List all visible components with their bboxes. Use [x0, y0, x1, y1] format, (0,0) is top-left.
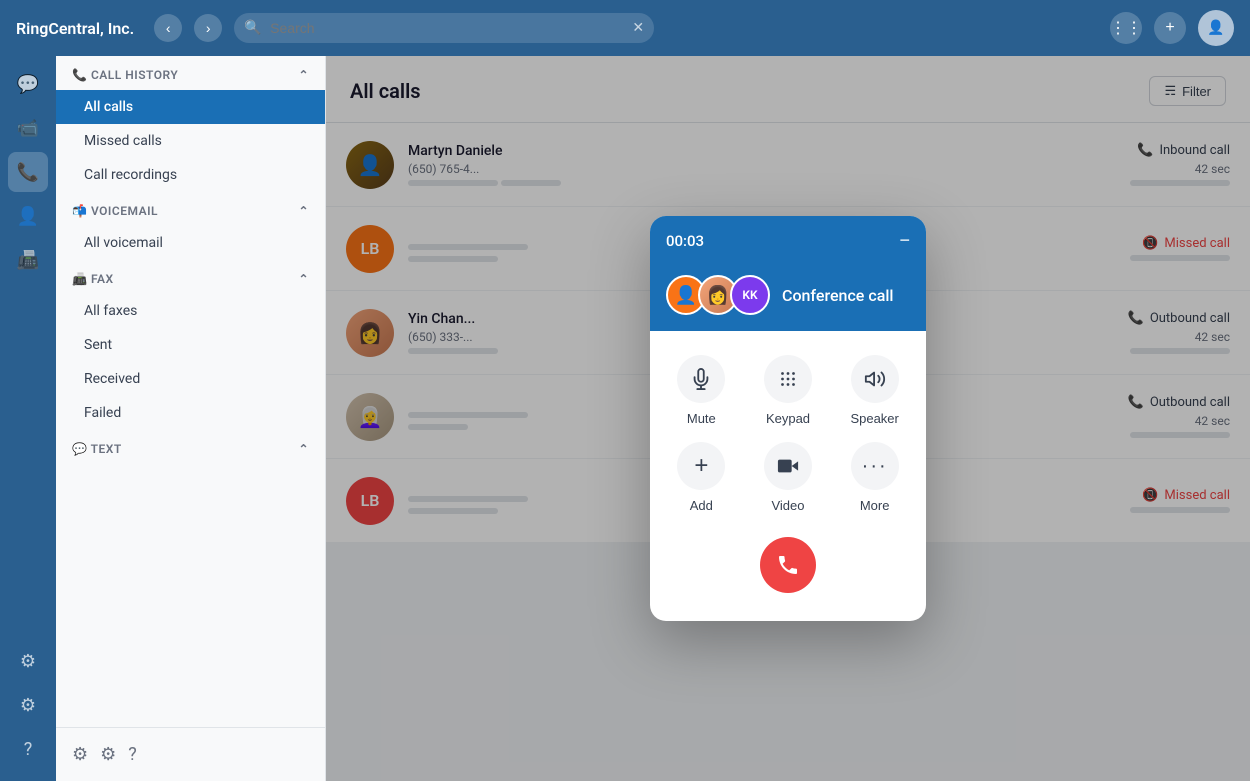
call-history-section: 📞 CALL HISTORY ⌃ All calls Missed calls …	[56, 56, 325, 192]
more-icon: ···	[851, 442, 899, 490]
call-modal-footer	[650, 529, 926, 621]
rail-bottom: ⚙ ⚙ ?	[8, 641, 48, 781]
fax-icon: 📠 FAX	[72, 272, 114, 286]
topbar: RingCentral, Inc. ‹ › 🔍 ✕ ⋮⋮ + 👤	[0, 0, 1250, 56]
conference-avatars: 👤 👩 KK	[666, 275, 770, 315]
sidebar-item-failed[interactable]: Failed	[56, 396, 325, 430]
more-label: More	[860, 498, 890, 513]
hangup-button[interactable]	[760, 537, 816, 593]
app-title: RingCentral, Inc.	[16, 19, 134, 38]
call-overlay: 00:03 − 👤 👩 KK Conference call	[326, 56, 1250, 781]
speaker-button[interactable]: Speaker	[839, 355, 910, 426]
conference-label: Conference call	[782, 286, 893, 305]
video-button[interactable]: Video	[753, 442, 824, 513]
keypad-button[interactable]: Keypad	[753, 355, 824, 426]
calls-icon[interactable]: 📞	[8, 152, 48, 192]
voicemail-chevron: ⌃	[298, 204, 309, 218]
sidebar-item-missed-calls[interactable]: Missed calls	[56, 124, 325, 158]
puzzle-icon-sidebar[interactable]: ⚙	[72, 744, 88, 765]
keypad-label: Keypad	[766, 411, 810, 426]
sidebar-footer: ⚙ ⚙ ?	[56, 727, 325, 781]
video-icon	[764, 442, 812, 490]
mute-icon	[677, 355, 725, 403]
call-actions: Mute Keypad	[650, 331, 926, 529]
sidebar-item-all-calls[interactable]: All calls	[56, 90, 325, 124]
nav-forward-button[interactable]: ›	[194, 14, 222, 42]
search-input[interactable]	[234, 13, 654, 43]
call-history-chevron: ⌃	[298, 68, 309, 82]
video-label: Video	[771, 498, 804, 513]
keypad-icon	[764, 355, 812, 403]
nav-back-button[interactable]: ‹	[154, 14, 182, 42]
text-header[interactable]: 💬 TEXT ⌃	[56, 430, 325, 464]
topbar-right: ⋮⋮ + 👤	[1110, 10, 1234, 46]
speaker-icon	[851, 355, 899, 403]
mute-button[interactable]: Mute	[666, 355, 737, 426]
apps-button[interactable]: ⋮⋮	[1110, 12, 1142, 44]
settings-icon[interactable]: ⚙	[8, 685, 48, 725]
add-icon: +	[677, 442, 725, 490]
speaker-label: Speaker	[850, 411, 898, 426]
fax-icon[interactable]: 📠	[8, 240, 48, 280]
sidebar-item-sent[interactable]: Sent	[56, 328, 325, 362]
text-icon: 💬 TEXT	[72, 442, 122, 456]
conference-section: 👤 👩 KK Conference call	[650, 265, 926, 331]
settings-icon-sidebar[interactable]: ⚙	[100, 744, 116, 765]
minimize-button[interactable]: −	[899, 230, 910, 251]
add-button[interactable]: + Add	[666, 442, 737, 513]
main-layout: 💬 📹 📞 👤 📠 ⚙ ⚙ ? 📞 CALL HISTORY ⌃ All cal…	[0, 56, 1250, 781]
messages-icon[interactable]: 💬	[8, 64, 48, 104]
fax-header[interactable]: 📠 FAX ⌃	[56, 260, 325, 294]
search-clear-icon[interactable]: ✕	[632, 20, 644, 36]
sidebar-item-call-recordings[interactable]: Call recordings	[56, 158, 325, 192]
sidebar-item-all-voicemail[interactable]: All voicemail	[56, 226, 325, 260]
call-history-header[interactable]: 📞 CALL HISTORY ⌃	[56, 56, 325, 90]
content-area: All calls ☴ Filter 👤 Martyn Daniele (650…	[326, 56, 1250, 781]
more-button[interactable]: ··· More	[839, 442, 910, 513]
sidebar-item-received[interactable]: Received	[56, 362, 325, 396]
call-timer: 00:03	[666, 232, 704, 250]
help-icon[interactable]: ?	[8, 729, 48, 769]
sidebar-item-all-faxes[interactable]: All faxes	[56, 294, 325, 328]
text-chevron: ⌃	[298, 442, 309, 456]
call-history-icon: 📞 CALL HISTORY	[72, 68, 178, 82]
call-modal-header: 00:03 −	[650, 216, 926, 265]
user-avatar[interactable]: 👤	[1198, 10, 1234, 46]
voicemail-header[interactable]: 📬 VOICEMAIL ⌃	[56, 192, 325, 226]
fax-section: 📠 FAX ⌃ All faxes Sent Received Failed	[56, 260, 325, 430]
icon-rail: 💬 📹 📞 👤 📠 ⚙ ⚙ ?	[0, 56, 56, 781]
voicemail-section: 📬 VOICEMAIL ⌃ All voicemail	[56, 192, 325, 260]
voicemail-icon: 📬 VOICEMAIL	[72, 204, 158, 218]
sidebar: 📞 CALL HISTORY ⌃ All calls Missed calls …	[56, 56, 326, 781]
call-modal: 00:03 − 👤 👩 KK Conference call	[650, 216, 926, 621]
add-button[interactable]: +	[1154, 12, 1186, 44]
add-label: Add	[690, 498, 713, 513]
text-section: 💬 TEXT ⌃	[56, 430, 325, 464]
contacts-icon[interactable]: 👤	[8, 196, 48, 236]
fax-chevron: ⌃	[298, 272, 309, 286]
video-icon[interactable]: 📹	[8, 108, 48, 148]
puzzle-icon[interactable]: ⚙	[8, 641, 48, 681]
mute-label: Mute	[687, 411, 716, 426]
search-wrap: 🔍 ✕	[234, 13, 654, 43]
conf-avatar-kk: KK	[730, 275, 770, 315]
help-icon-sidebar[interactable]: ?	[128, 744, 137, 765]
